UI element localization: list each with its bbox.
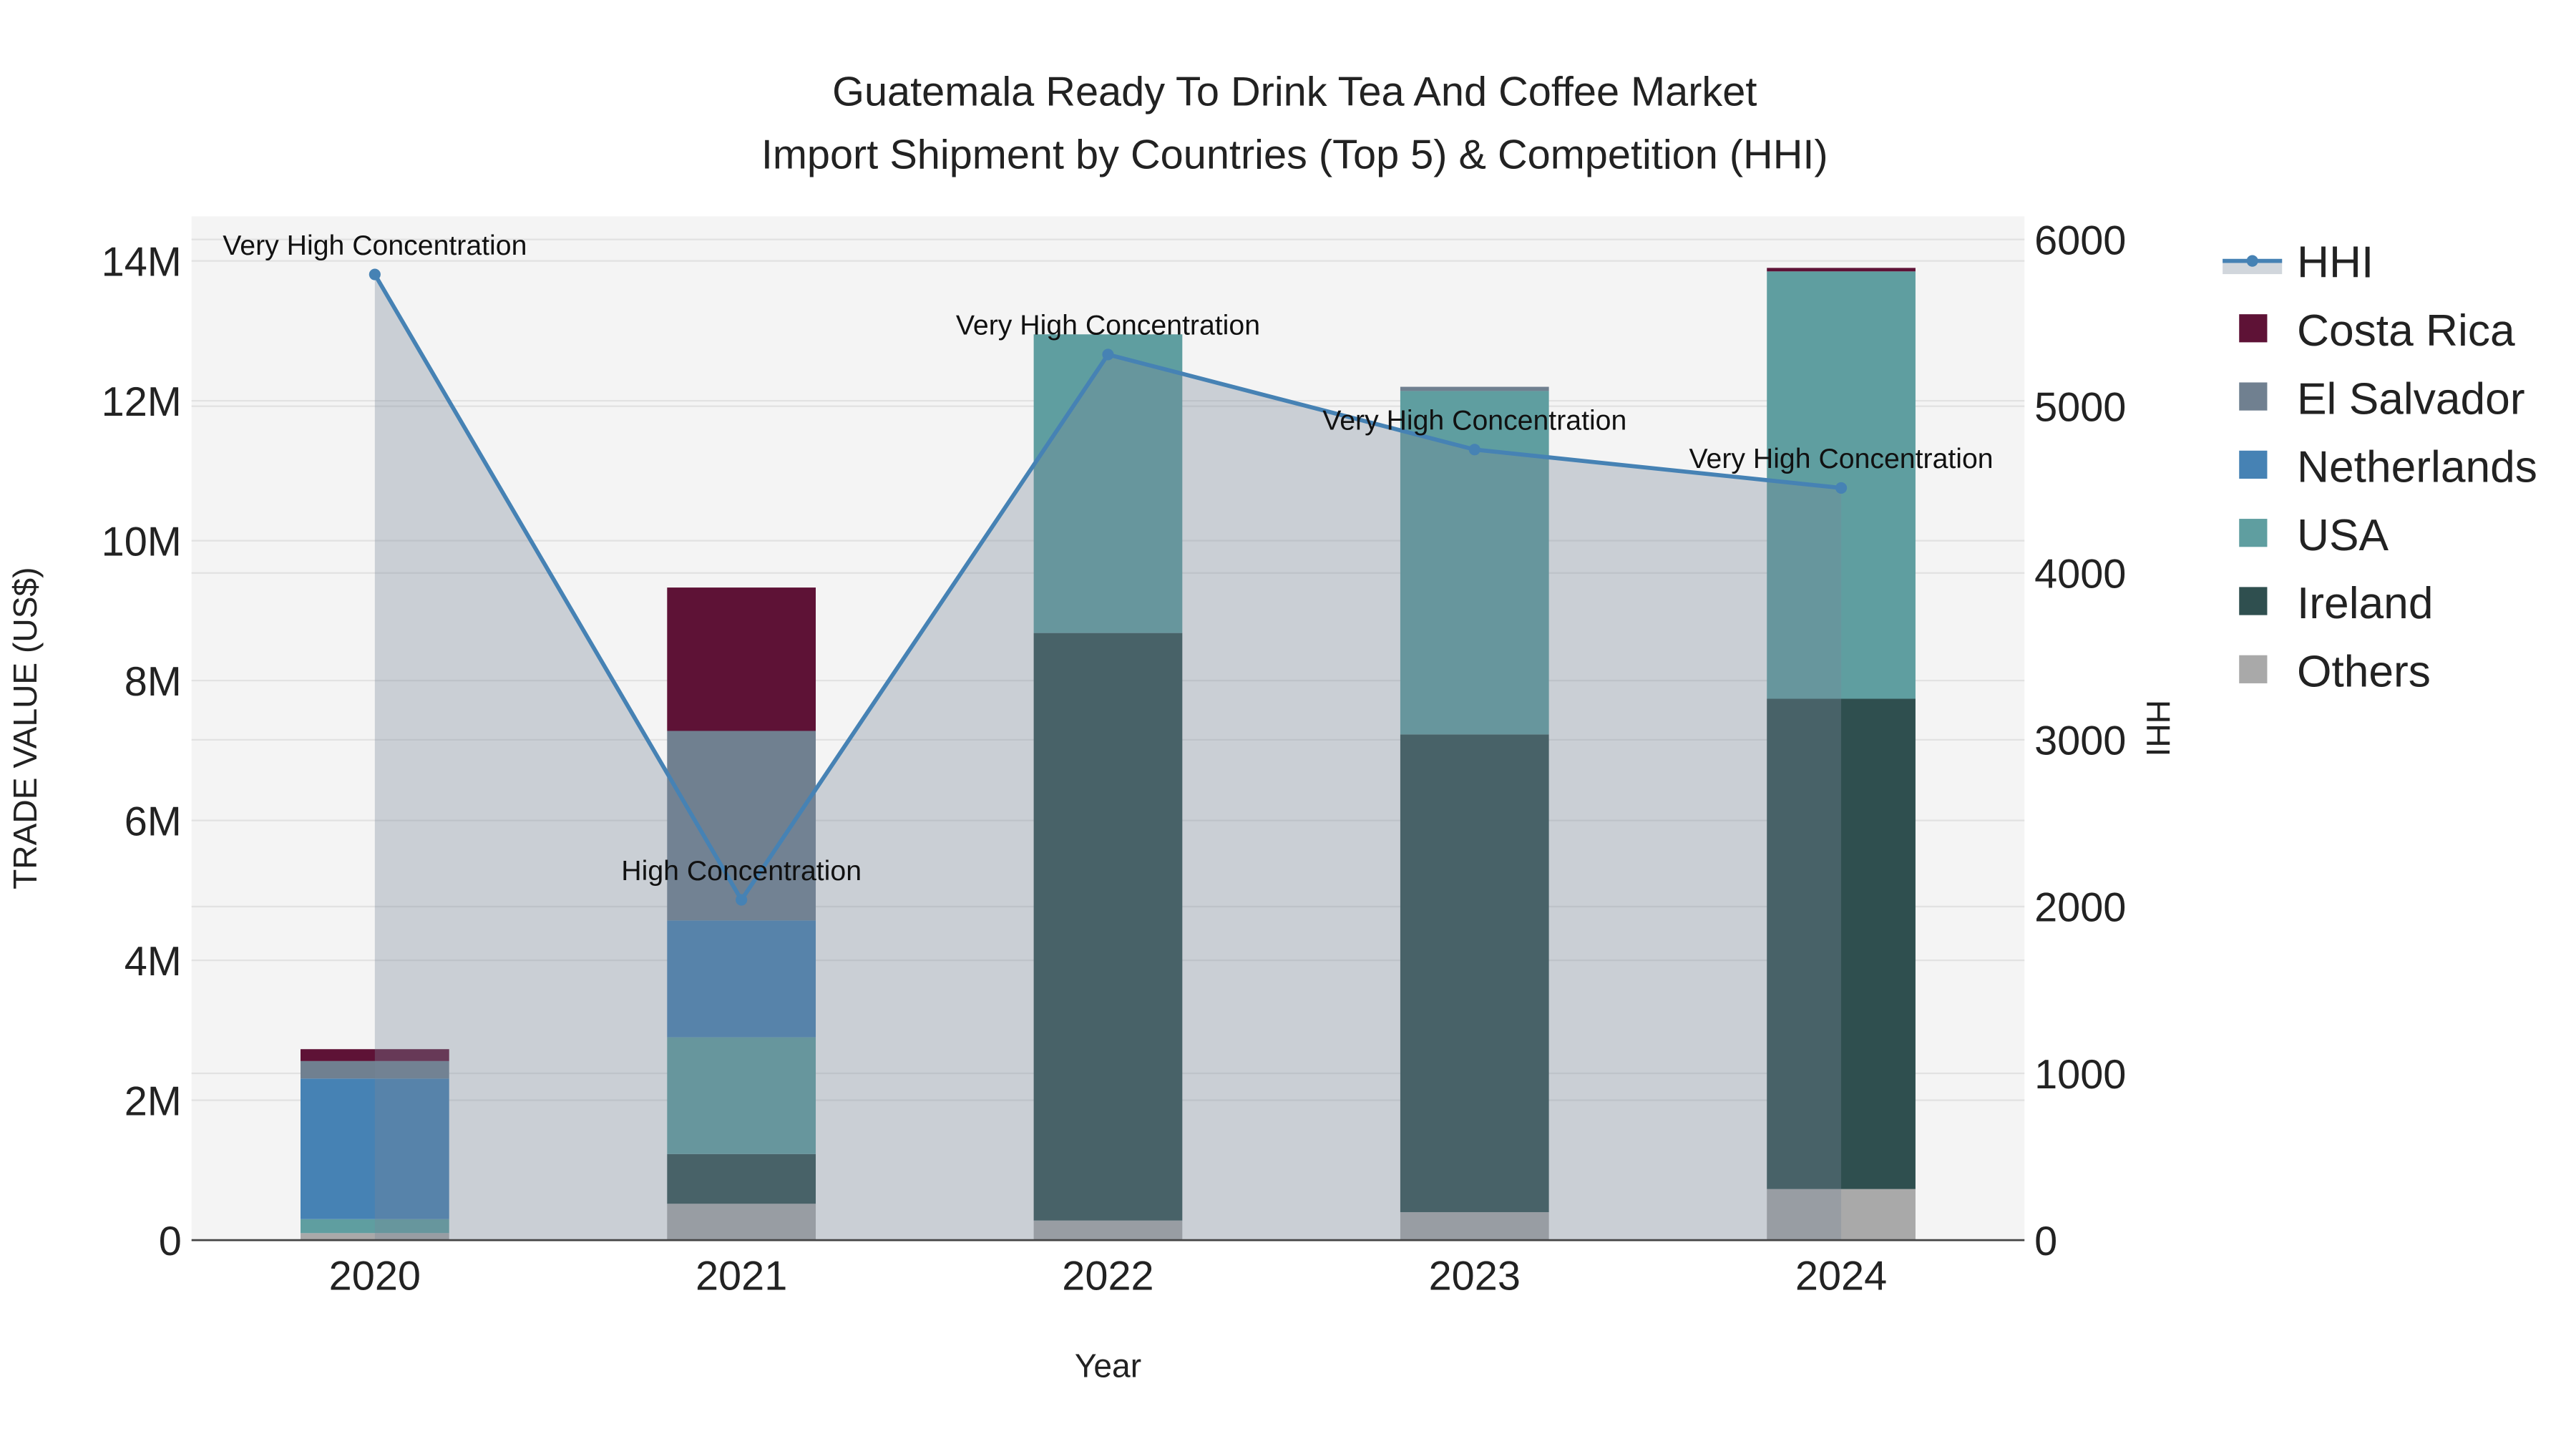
bar-el-salvador [1400, 386, 1549, 391]
y-tick-label: 10M [102, 519, 182, 565]
y-tick-label: 6M [125, 799, 182, 844]
legend-swatch-hhi-marker [2246, 255, 2258, 267]
legend-swatch-costa-rica [2239, 314, 2268, 343]
x-tick-label: 2024 [1795, 1253, 1887, 1299]
legend-label: Ireland [2297, 579, 2433, 628]
hhi-annotation: Very High Concentration [1322, 405, 1626, 436]
y-tick-label: 4M [125, 939, 182, 985]
y2-tick-label: 6000 [2034, 218, 2126, 263]
y2-tick-label: 5000 [2034, 384, 2126, 430]
legend-label: Others [2297, 648, 2431, 697]
y-tick-label: 2M [125, 1078, 182, 1124]
y2-tick-label: 3000 [2034, 718, 2126, 764]
legend-swatch-netherlands [2239, 450, 2268, 479]
chart-title: Guatemala Ready To Drink Tea And Coffee … [832, 69, 1757, 115]
y-tick-label: 8M [125, 659, 182, 705]
legend: HHI Costa Rica El Salvador Netherlands USA Ir… [2223, 238, 2537, 697]
legend-label: HHI [2297, 238, 2373, 288]
y2-axis-title: HHI [2140, 700, 2177, 756]
legend-swatch-ireland [2239, 587, 2268, 615]
hhi-annotation: High Concentration [621, 855, 862, 887]
hhi-annotation: Very High Concentration [956, 310, 1260, 341]
x-tick-label: 2022 [1062, 1253, 1153, 1299]
x-tick-label: 2023 [1429, 1253, 1521, 1299]
y2-tick-label: 4000 [2034, 552, 2126, 597]
legend-label: USA [2297, 511, 2389, 560]
y-tick-label: 0 [159, 1219, 182, 1264]
legend-swatch-el-salvador [2239, 382, 2268, 411]
y2-tick-label: 1000 [2034, 1052, 2126, 1098]
x-axis-title: Year [1075, 1347, 1141, 1385]
hhi-point [369, 268, 381, 280]
hhi-annotation: Very High Concentration [1689, 443, 1994, 474]
chart-subtitle: Import Shipment by Countries (Top 5) & C… [761, 132, 1828, 177]
x-tick-label: 2021 [696, 1253, 787, 1299]
hhi-point [736, 894, 748, 906]
hhi-point [1102, 348, 1114, 361]
y-tick-label: 12M [102, 379, 182, 425]
hhi-point [1835, 482, 1848, 494]
legend-label: El Salvador [2297, 374, 2525, 424]
legend-swatch-others [2239, 655, 2268, 683]
x-tick-label: 2020 [329, 1253, 421, 1299]
legend-label: Costa Rica [2297, 306, 2515, 356]
legend-swatch-usa [2239, 519, 2268, 547]
hhi-point [1468, 444, 1480, 456]
chart: Very High Concentration High Concentratio… [6, 69, 2537, 1385]
legend-label: Netherlands [2297, 443, 2537, 492]
bar-costa-rica [667, 587, 816, 731]
hhi-annotation: Very High Concentration [223, 230, 527, 261]
y-axis-title: TRADE VALUE (US$) [6, 567, 44, 889]
y2-tick-label: 0 [2034, 1219, 2057, 1264]
y2-tick-label: 2000 [2034, 885, 2126, 931]
y-tick-label: 14M [102, 239, 182, 285]
bar-costa-rica [1767, 268, 1916, 272]
